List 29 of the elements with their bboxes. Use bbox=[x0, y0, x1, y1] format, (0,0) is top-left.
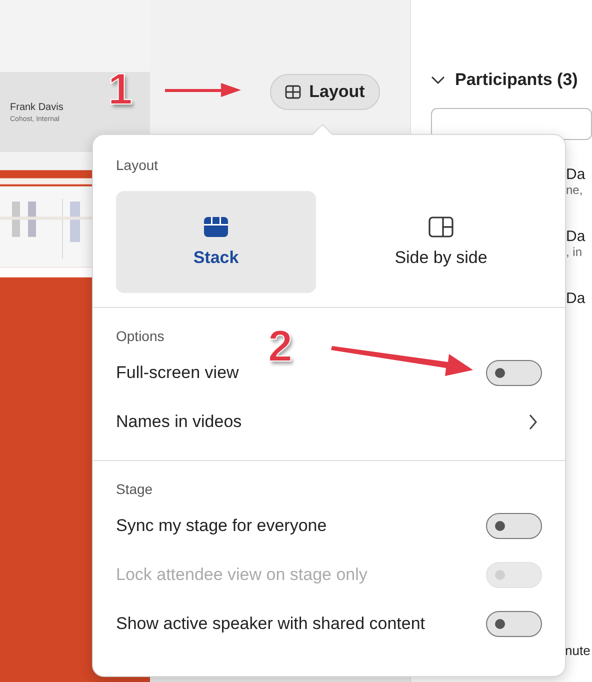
participant-name: Da bbox=[566, 166, 586, 183]
toggle-switch[interactable] bbox=[486, 512, 542, 538]
section-heading: Layout bbox=[116, 157, 160, 173]
layout-button[interactable]: Layout bbox=[270, 74, 380, 110]
participant-name: Da bbox=[566, 290, 586, 307]
chevron-right-icon[interactable] bbox=[528, 414, 538, 430]
grid-icon bbox=[285, 85, 302, 99]
layout-option[interactable]: Side by side bbox=[341, 191, 541, 293]
layout-option[interactable]: Stack bbox=[116, 191, 316, 293]
option-label: Show active speaker with shared content bbox=[116, 614, 426, 634]
option-label: Lock attendee view on stage only bbox=[116, 564, 368, 584]
participant-detail: , in bbox=[566, 245, 584, 259]
participant-name: Da bbox=[566, 228, 586, 245]
panel-title: Participants (3) bbox=[455, 70, 578, 90]
option-label: Names in videos bbox=[116, 412, 242, 432]
participant-detail: ne, bbox=[566, 183, 584, 197]
step-number: 1 bbox=[108, 65, 132, 115]
stack-icon bbox=[203, 216, 229, 238]
option-label: Sync my stage for everyone bbox=[116, 516, 327, 536]
option-label: Full-screen view bbox=[116, 362, 239, 382]
arrow-icon bbox=[163, 80, 243, 100]
toggle-switch[interactable] bbox=[486, 610, 542, 636]
section-heading: Options bbox=[116, 328, 166, 344]
section-heading: Stage bbox=[116, 481, 154, 497]
chevron-down-icon[interactable] bbox=[431, 75, 445, 85]
panel-text: nute bbox=[564, 643, 592, 658]
side-by-side-icon bbox=[428, 216, 454, 238]
participant-name: Frank Davis bbox=[10, 102, 64, 112]
toggle-switch[interactable] bbox=[486, 360, 542, 386]
